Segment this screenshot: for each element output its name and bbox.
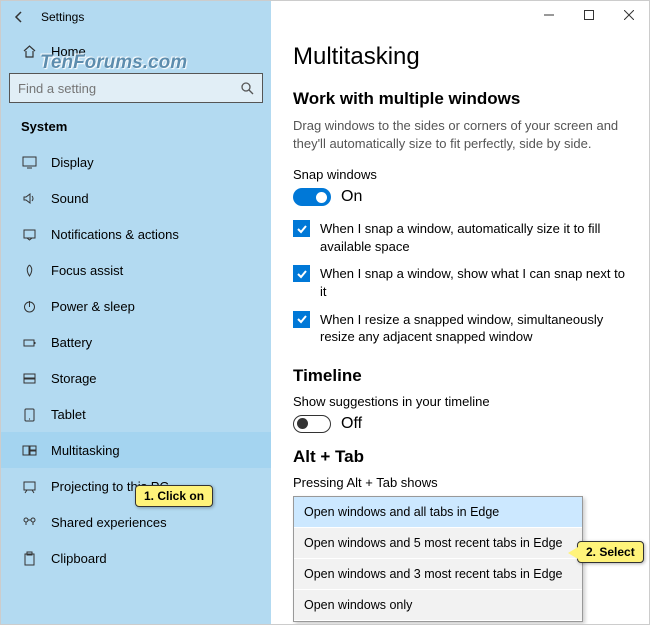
sidebar-item-label: Clipboard bbox=[51, 551, 107, 566]
sound-icon bbox=[21, 190, 37, 206]
sidebar-item-power-sleep[interactable]: Power & sleep bbox=[1, 288, 271, 324]
callout-click-on: 1. Click on bbox=[135, 485, 213, 507]
sidebar-item-notifications-actions[interactable]: Notifications & actions bbox=[1, 216, 271, 252]
sidebar-item-label: Power & sleep bbox=[51, 299, 135, 314]
multitasking-icon bbox=[21, 442, 37, 458]
snap-checkbox-1[interactable] bbox=[293, 265, 310, 282]
window-title: Settings bbox=[41, 10, 84, 24]
sidebar-item-label: Storage bbox=[51, 371, 97, 386]
home-link[interactable]: Home bbox=[1, 33, 271, 69]
sidebar-item-label: Focus assist bbox=[51, 263, 123, 278]
section-label: System bbox=[1, 113, 271, 144]
alttab-option-2[interactable]: Open windows and 3 most recent tabs in E… bbox=[294, 559, 582, 590]
sidebar-item-display[interactable]: Display bbox=[1, 144, 271, 180]
sidebar-item-label: Tablet bbox=[51, 407, 86, 422]
minimize-button[interactable] bbox=[529, 1, 569, 29]
focus-icon bbox=[21, 262, 37, 278]
projecting-icon bbox=[21, 478, 37, 494]
page-title: Multitasking bbox=[293, 43, 627, 71]
alttab-label: Pressing Alt + Tab shows bbox=[293, 475, 627, 490]
snap-heading: Work with multiple windows bbox=[293, 89, 627, 109]
battery-icon bbox=[21, 334, 37, 350]
snap-toggle-state: On bbox=[341, 188, 362, 206]
sidebar-item-focus-assist[interactable]: Focus assist bbox=[1, 252, 271, 288]
alttab-dropdown[interactable]: Open windows and all tabs in EdgeOpen wi… bbox=[293, 496, 583, 622]
tablet-icon bbox=[21, 406, 37, 422]
search-icon bbox=[240, 81, 254, 95]
sidebar-item-multitasking[interactable]: Multitasking bbox=[1, 432, 271, 468]
timeline-heading: Timeline bbox=[293, 366, 627, 386]
sidebar-item-tablet[interactable]: Tablet bbox=[1, 396, 271, 432]
snap-label: Snap windows bbox=[293, 167, 627, 182]
alttab-heading: Alt + Tab bbox=[293, 447, 627, 467]
alttab-option-1[interactable]: Open windows and 5 most recent tabs in E… bbox=[294, 528, 582, 559]
maximize-button[interactable] bbox=[569, 1, 609, 29]
sidebar-item-label: Display bbox=[51, 155, 94, 170]
display-icon bbox=[21, 154, 37, 170]
alttab-option-3[interactable]: Open windows only bbox=[294, 590, 582, 621]
timeline-toggle[interactable] bbox=[293, 415, 331, 433]
alttab-option-0[interactable]: Open windows and all tabs in Edge bbox=[294, 497, 582, 528]
clipboard-icon bbox=[21, 550, 37, 566]
sidebar-item-shared-experiences[interactable]: Shared experiences bbox=[1, 504, 271, 540]
home-label: Home bbox=[51, 44, 86, 59]
snap-toggle[interactable] bbox=[293, 188, 331, 206]
sidebar-item-label: Multitasking bbox=[51, 443, 120, 458]
sidebar-item-clipboard[interactable]: Clipboard bbox=[1, 540, 271, 576]
timeline-label: Show suggestions in your timeline bbox=[293, 394, 627, 409]
shared-icon bbox=[21, 514, 37, 530]
power-icon bbox=[21, 298, 37, 314]
home-icon bbox=[21, 43, 37, 59]
notifications-icon bbox=[21, 226, 37, 242]
sidebar-item-label: Sound bbox=[51, 191, 89, 206]
snap-check-label: When I snap a window, automatically size… bbox=[320, 220, 627, 255]
storage-icon bbox=[21, 370, 37, 386]
search-input[interactable] bbox=[18, 81, 218, 96]
close-button[interactable] bbox=[609, 1, 649, 29]
snap-check-label: When I resize a snapped window, simultan… bbox=[320, 311, 627, 346]
sidebar-item-label: Shared experiences bbox=[51, 515, 167, 530]
back-icon[interactable] bbox=[11, 9, 27, 25]
search-input-container[interactable] bbox=[9, 73, 263, 103]
sidebar-item-storage[interactable]: Storage bbox=[1, 360, 271, 396]
sidebar-item-sound[interactable]: Sound bbox=[1, 180, 271, 216]
sidebar-item-battery[interactable]: Battery bbox=[1, 324, 271, 360]
snap-description: Drag windows to the sides or corners of … bbox=[293, 117, 627, 153]
snap-check-label: When I snap a window, show what I can sn… bbox=[320, 265, 627, 300]
sidebar-item-label: Battery bbox=[51, 335, 92, 350]
snap-checkbox-0[interactable] bbox=[293, 220, 310, 237]
timeline-toggle-state: Off bbox=[341, 415, 362, 433]
snap-checkbox-2[interactable] bbox=[293, 311, 310, 328]
sidebar-item-label: Notifications & actions bbox=[51, 227, 179, 242]
callout-select: 2. Select bbox=[577, 541, 644, 563]
